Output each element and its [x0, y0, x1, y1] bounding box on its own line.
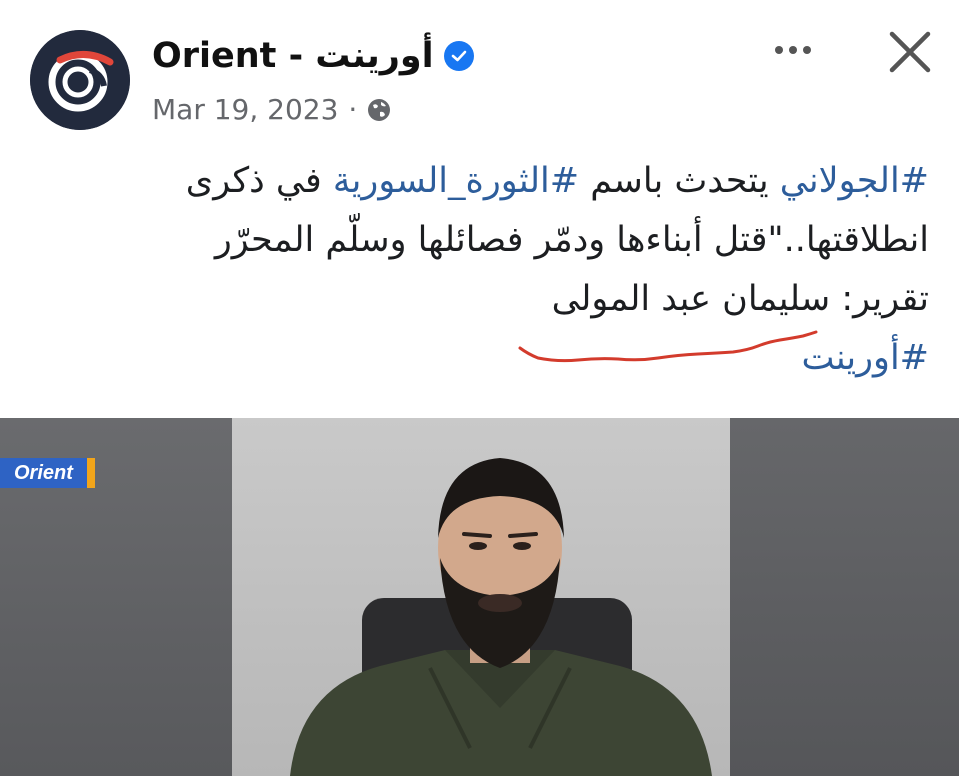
post-meta: Mar 19, 2023 · — [152, 93, 391, 126]
post-line-2: انطلاقتها.."قتل أبناءها ودمّر فصائلها وس… — [214, 220, 929, 260]
more-dot — [775, 46, 783, 54]
post-line-1: #الجولاني يتحدث باسم #الثورة_السورية في … — [49, 152, 929, 211]
red-underline-annotation — [518, 330, 818, 363]
more-options-button[interactable] — [768, 30, 818, 70]
more-dot — [789, 46, 797, 54]
verified-badge-icon — [443, 41, 474, 71]
page-name[interactable]: Orient - أورينت — [152, 36, 474, 76]
post-header: Orient - أورينت Mar 19, 2023 · — [0, 0, 959, 150]
close-icon[interactable] — [886, 28, 934, 76]
more-dot — [803, 46, 811, 54]
hashtag-link[interactable]: #أورينت — [801, 338, 929, 378]
post-date[interactable]: Mar 19, 2023 — [152, 93, 338, 126]
page-avatar[interactable] — [30, 30, 130, 130]
hashtag-link[interactable]: #الجولاني — [780, 161, 929, 201]
post-text-segment: في ذكرى — [185, 161, 333, 201]
video-frame-person — [290, 458, 712, 776]
hashtag-link[interactable]: #الثورة_السورية — [333, 161, 579, 201]
meta-separator: · — [348, 93, 358, 126]
orient-logo-icon — [30, 30, 130, 130]
channel-logo-badge: Orient — [0, 458, 95, 488]
video-player[interactable]: Orient — [0, 418, 959, 776]
post-line-3: تقرير: سليمان عبد المولى — [551, 279, 929, 319]
page-name-label[interactable]: Orient - أورينت — [152, 36, 434, 76]
globe-icon — [368, 98, 391, 121]
post-text-segment: يتحدث باسم — [579, 161, 780, 201]
